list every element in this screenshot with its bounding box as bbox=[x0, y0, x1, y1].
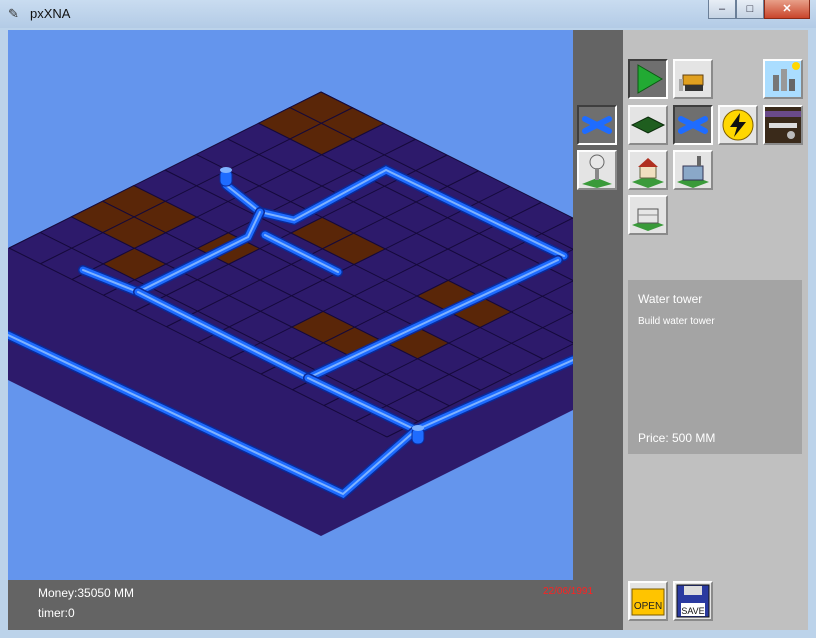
tool-strip bbox=[573, 30, 623, 580]
info-price: Price: 500 MM bbox=[638, 431, 716, 445]
isometric-map[interactable] bbox=[8, 30, 573, 580]
open-label: OPEN bbox=[634, 601, 662, 612]
house-button[interactable] bbox=[628, 150, 668, 190]
status-bar: Money:35050 MM timer:0 22/06/1991 bbox=[8, 580, 623, 630]
pipe-icon bbox=[678, 116, 708, 134]
save-label: SAVE bbox=[681, 606, 704, 616]
lightning-icon bbox=[722, 109, 754, 141]
city-view-button[interactable] bbox=[763, 59, 803, 99]
water-tower-icon bbox=[582, 154, 612, 188]
date-readout: 22/06/1991 bbox=[543, 586, 594, 597]
pipe-button[interactable] bbox=[673, 105, 713, 145]
close-button[interactable]: ✕ bbox=[764, 0, 810, 19]
city-view-icon bbox=[765, 61, 801, 97]
power-button[interactable] bbox=[718, 105, 758, 145]
timer-readout: timer:0 bbox=[38, 606, 75, 620]
factory-icon bbox=[677, 156, 709, 188]
water-tower-tool-button[interactable] bbox=[577, 150, 617, 190]
play-button[interactable] bbox=[628, 59, 668, 99]
window-title: pxXNA bbox=[30, 6, 71, 21]
maximize-button[interactable]: □ bbox=[736, 0, 764, 19]
house-icon bbox=[632, 158, 664, 188]
info-box: Water tower Build water tower Price: 500… bbox=[628, 280, 802, 454]
info-description: Build water tower bbox=[638, 316, 715, 327]
money-readout: Money:35050 MM bbox=[38, 586, 135, 600]
folder-open-icon: OPEN bbox=[631, 588, 665, 616]
play-icon bbox=[637, 64, 663, 94]
floppy-save-icon: SAVE bbox=[676, 584, 710, 618]
bulldozer-button[interactable] bbox=[673, 59, 713, 99]
office-icon bbox=[632, 208, 664, 231]
minimize-button[interactable]: – bbox=[708, 0, 736, 19]
app-icon: ✎ bbox=[8, 6, 19, 21]
window-border bbox=[808, 28, 816, 638]
bulldozer-icon bbox=[679, 74, 704, 91]
office-button[interactable] bbox=[628, 195, 668, 235]
save-button[interactable]: SAVE bbox=[673, 581, 713, 621]
underground-icon bbox=[765, 107, 801, 143]
factory-button[interactable] bbox=[673, 150, 713, 190]
pipe-tool-button[interactable] bbox=[577, 105, 617, 145]
pipe-junction bbox=[411, 425, 425, 445]
pipe-icon bbox=[582, 116, 612, 134]
window-controls: – □ ✕ bbox=[708, 0, 810, 19]
window-titlebar: ✎ pxXNA – □ ✕ bbox=[0, 0, 816, 28]
open-button[interactable]: OPEN bbox=[628, 581, 668, 621]
underground-view-button[interactable] bbox=[763, 105, 803, 145]
ground-tile-button[interactable] bbox=[628, 105, 668, 145]
ground-tile-icon bbox=[630, 116, 666, 134]
game-viewport[interactable] bbox=[8, 30, 573, 580]
pipe-junction bbox=[219, 167, 233, 187]
info-title: Water tower bbox=[638, 292, 703, 306]
build-panel: Water tower Build water tower Price: 500… bbox=[623, 30, 808, 630]
